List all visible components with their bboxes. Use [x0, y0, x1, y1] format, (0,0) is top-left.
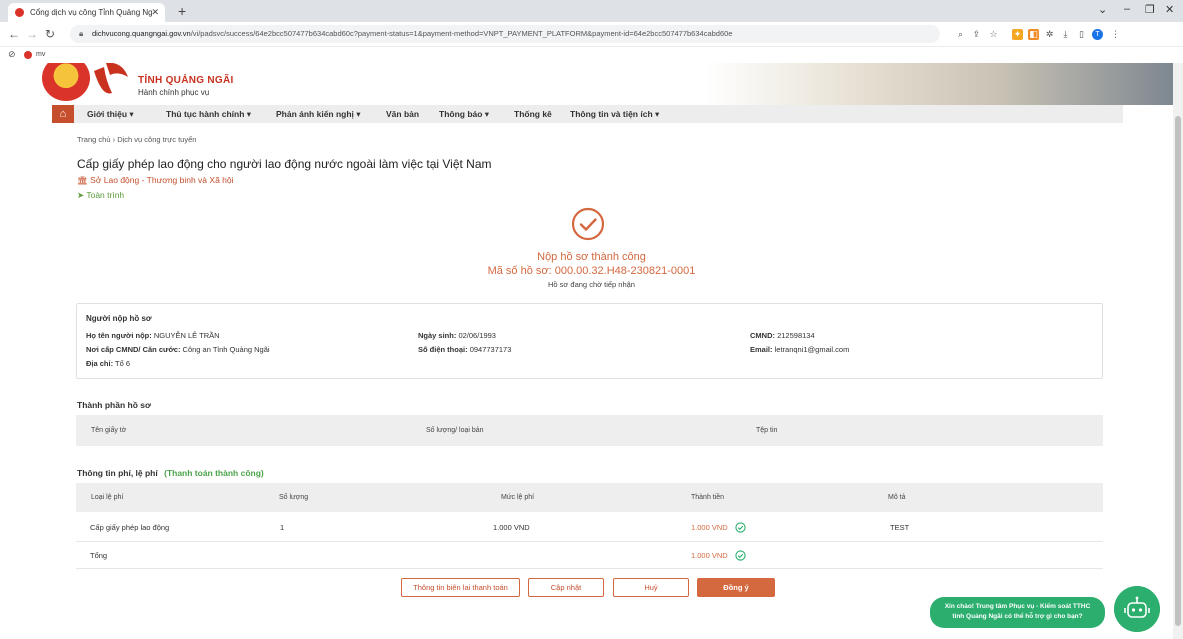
page-title: Cấp giấy phép lao động cho người lao độn…	[77, 157, 492, 171]
national-emblem-icon	[42, 63, 90, 101]
url-path: /vi/padsvc/success/64e2bcc507477b634cabd…	[190, 29, 733, 38]
bookmark-mv[interactable]: mv	[36, 51, 45, 58]
dossier-code: Mã số hồ sơ: 000.00.32.H48-230821-0001	[487, 265, 696, 277]
extension-orange-icon[interactable]: ◧	[1028, 29, 1039, 40]
agency: 🏛︎ Sở Lao động - Thương binh và Xã hội	[77, 175, 234, 185]
nav-van-ban[interactable]: Văn bản	[386, 105, 419, 123]
province-logo-icon[interactable]	[92, 63, 130, 101]
tab-title: Cổng dịch vụ công Tỉnh Quảng Ng	[30, 8, 153, 17]
scrollbar-thumb[interactable]	[1175, 116, 1181, 626]
applicant-heading: Người nộp hồ sơ	[86, 314, 152, 323]
main-nav: ⌂ Giới thiệu ▾ Thủ tục hành chính ▾ Phản…	[52, 105, 1123, 123]
nav-thong-tin[interactable]: Thông tin và tiện ích ▾	[570, 105, 659, 123]
breadcrumb: Trang chủ › Dịch vụ công trực tuyến	[77, 135, 196, 144]
row-divider	[76, 568, 1103, 569]
col-fee-qty: Số lượng	[279, 494, 309, 501]
address-bar[interactable]: 🔒︎ dichvucong.quangngai.gov.vn/vi/padsvc…	[70, 25, 940, 43]
fees-heading: Thông tin phí, lệ phí (Thanh toán thành …	[77, 468, 264, 478]
reload-icon[interactable]: ↻	[45, 27, 55, 41]
fee-desc: TEST	[890, 523, 910, 532]
chat-greeting[interactable]: Xin chào! Trung tâm Phục vụ - Kiểm soát …	[930, 597, 1105, 628]
applicant-email: Email: letranqni1@gmail.com	[750, 345, 850, 354]
minimize-icon[interactable]: –	[1124, 3, 1130, 15]
process-level: ➤ Toàn trình	[77, 190, 125, 200]
applicant-name: Họ tên người nộp: NGUYỄN LÊ TRẦN	[86, 331, 220, 340]
site-subtitle: Hành chính phục vụ	[138, 88, 210, 97]
fee-amount: 1.000 VND	[691, 523, 728, 532]
download-icon[interactable]: ⤓	[1060, 29, 1071, 40]
cancel-button[interactable]: Huỷ	[613, 578, 689, 597]
col-fee-desc: Mô tả	[888, 494, 906, 501]
zoom-icon[interactable]: ⌕	[955, 29, 966, 40]
site-favicon-icon	[15, 8, 24, 17]
nav-thong-ke[interactable]: Thống kê	[514, 105, 552, 123]
site-title[interactable]: TỈNH QUẢNG NGÃI	[138, 75, 234, 86]
maximize-icon[interactable]: ❐	[1145, 3, 1155, 16]
confirm-button[interactable]: Đồng ý	[697, 578, 775, 597]
browser-tab[interactable]: Cổng dịch vụ công Tỉnh Quảng Ng ✕	[8, 3, 165, 22]
side-panel-icon[interactable]: ▯	[1076, 29, 1087, 40]
site-banner: TỈNH QUẢNG NGÃI Hành chính phục vụ	[0, 63, 1175, 105]
bookmark-favicon-icon	[24, 51, 32, 59]
applicant-id: CMND: 212598134	[750, 331, 815, 340]
menu-kebab-icon[interactable]: ⋮	[1110, 29, 1121, 40]
col-quantity-type: Số lượng/ loại bản	[426, 427, 484, 434]
applicant-issuer: Nơi cấp CMND/ Căn cước: Công an Tỉnh Quả…	[86, 345, 270, 354]
close-window-icon[interactable]: ✕	[1165, 3, 1174, 16]
breadcrumb-home[interactable]: Trang chủ	[77, 135, 111, 144]
fees-table-header: Loại lệ phí Số lượng Mức lệ phí Thành ti…	[76, 483, 1103, 512]
url-host: dichvucong.quangngai.gov.vn	[92, 29, 191, 38]
breadcrumb-current[interactable]: Dịch vụ công trực tuyến	[117, 135, 196, 144]
nav-thu-tuc[interactable]: Thủ tục hành chính ▾	[166, 105, 251, 123]
col-fee-rate: Mức lệ phí	[501, 494, 535, 501]
col-file: Tệp tin	[756, 427, 778, 434]
browser-tab-bar: Cổng dịch vụ công Tỉnh Quảng Ng ✕ + ⌄ – …	[0, 0, 1183, 22]
payment-status: (Thanh toán thành công)	[164, 468, 264, 478]
building-icon: 🏛︎	[77, 175, 88, 185]
back-icon[interactable]: ←	[8, 27, 20, 41]
components-heading: Thành phần hồ sơ	[77, 400, 152, 410]
update-button[interactable]: Cập nhật	[528, 578, 604, 597]
extension-fox-icon[interactable]: ✦	[1012, 29, 1023, 40]
home-icon[interactable]: ⌂	[52, 105, 74, 123]
success-title: Nộp hồ sơ thành công	[537, 251, 646, 263]
applicant-address: Địa chỉ: Tổ 6	[86, 359, 131, 368]
receipt-info-button[interactable]: Thông tin biên lai thanh toán	[401, 578, 520, 597]
fee-total: 1.000 VND	[691, 551, 728, 560]
globe-icon[interactable]: ⊘	[8, 49, 16, 60]
nav-thong-bao[interactable]: Thông báo ▾	[439, 105, 489, 123]
extensions-puzzle-icon[interactable]: ✲	[1044, 29, 1055, 40]
arrow-right-icon: ➤	[77, 190, 85, 200]
forward-icon[interactable]: →	[26, 27, 38, 41]
fee-total-label: Tổng	[90, 551, 108, 560]
new-tab-icon[interactable]: +	[178, 3, 186, 19]
applicant-dob: Ngày sinh: 02/06/1993	[418, 331, 496, 340]
fee-rate: 1.000 VND	[493, 523, 530, 532]
close-tab-icon[interactable]: ✕	[151, 3, 159, 22]
paid-check-icon	[735, 522, 746, 533]
nav-phan-anh[interactable]: Phản ánh kiến nghị ▾	[276, 105, 361, 123]
bookmark-star-icon[interactable]: ☆	[988, 29, 999, 40]
total-check-icon	[735, 550, 746, 561]
col-fee-type: Loại lệ phí	[91, 494, 124, 501]
chatbot-icon[interactable]	[1114, 586, 1160, 632]
col-document-name: Tên giấy tờ	[91, 427, 127, 434]
applicant-phone: Số điện thoại: 0947737173	[418, 345, 512, 354]
fee-qty: 1	[280, 523, 285, 532]
nav-gioi-thieu[interactable]: Giới thiệu ▾	[87, 105, 134, 123]
chevron-down-icon[interactable]: ⌄	[1098, 3, 1107, 16]
fee-type: Cấp giấy phép lao động	[90, 523, 170, 532]
dossier-status: Hồ sơ đang chờ tiếp nhận	[548, 280, 635, 289]
components-table-header: Tên giấy tờ Số lượng/ loại bản Tệp tin	[76, 415, 1103, 446]
bookmarks-bar: ⊘ mv	[0, 47, 1183, 63]
browser-toolbar: ← → ↻ 🔒︎ dichvucong.quangngai.gov.vn/vi/…	[0, 22, 1183, 47]
success-check-icon	[571, 207, 605, 241]
row-divider	[76, 541, 1103, 542]
applicant-card: Người nộp hồ sơ Họ tên người nộp: NGUYỄN…	[76, 303, 1103, 379]
profile-avatar[interactable]: T	[1092, 29, 1103, 40]
col-fee-amount: Thành tiền	[691, 494, 725, 501]
share-icon[interactable]: ⇪	[971, 29, 982, 40]
lock-icon: 🔒︎	[79, 29, 84, 38]
